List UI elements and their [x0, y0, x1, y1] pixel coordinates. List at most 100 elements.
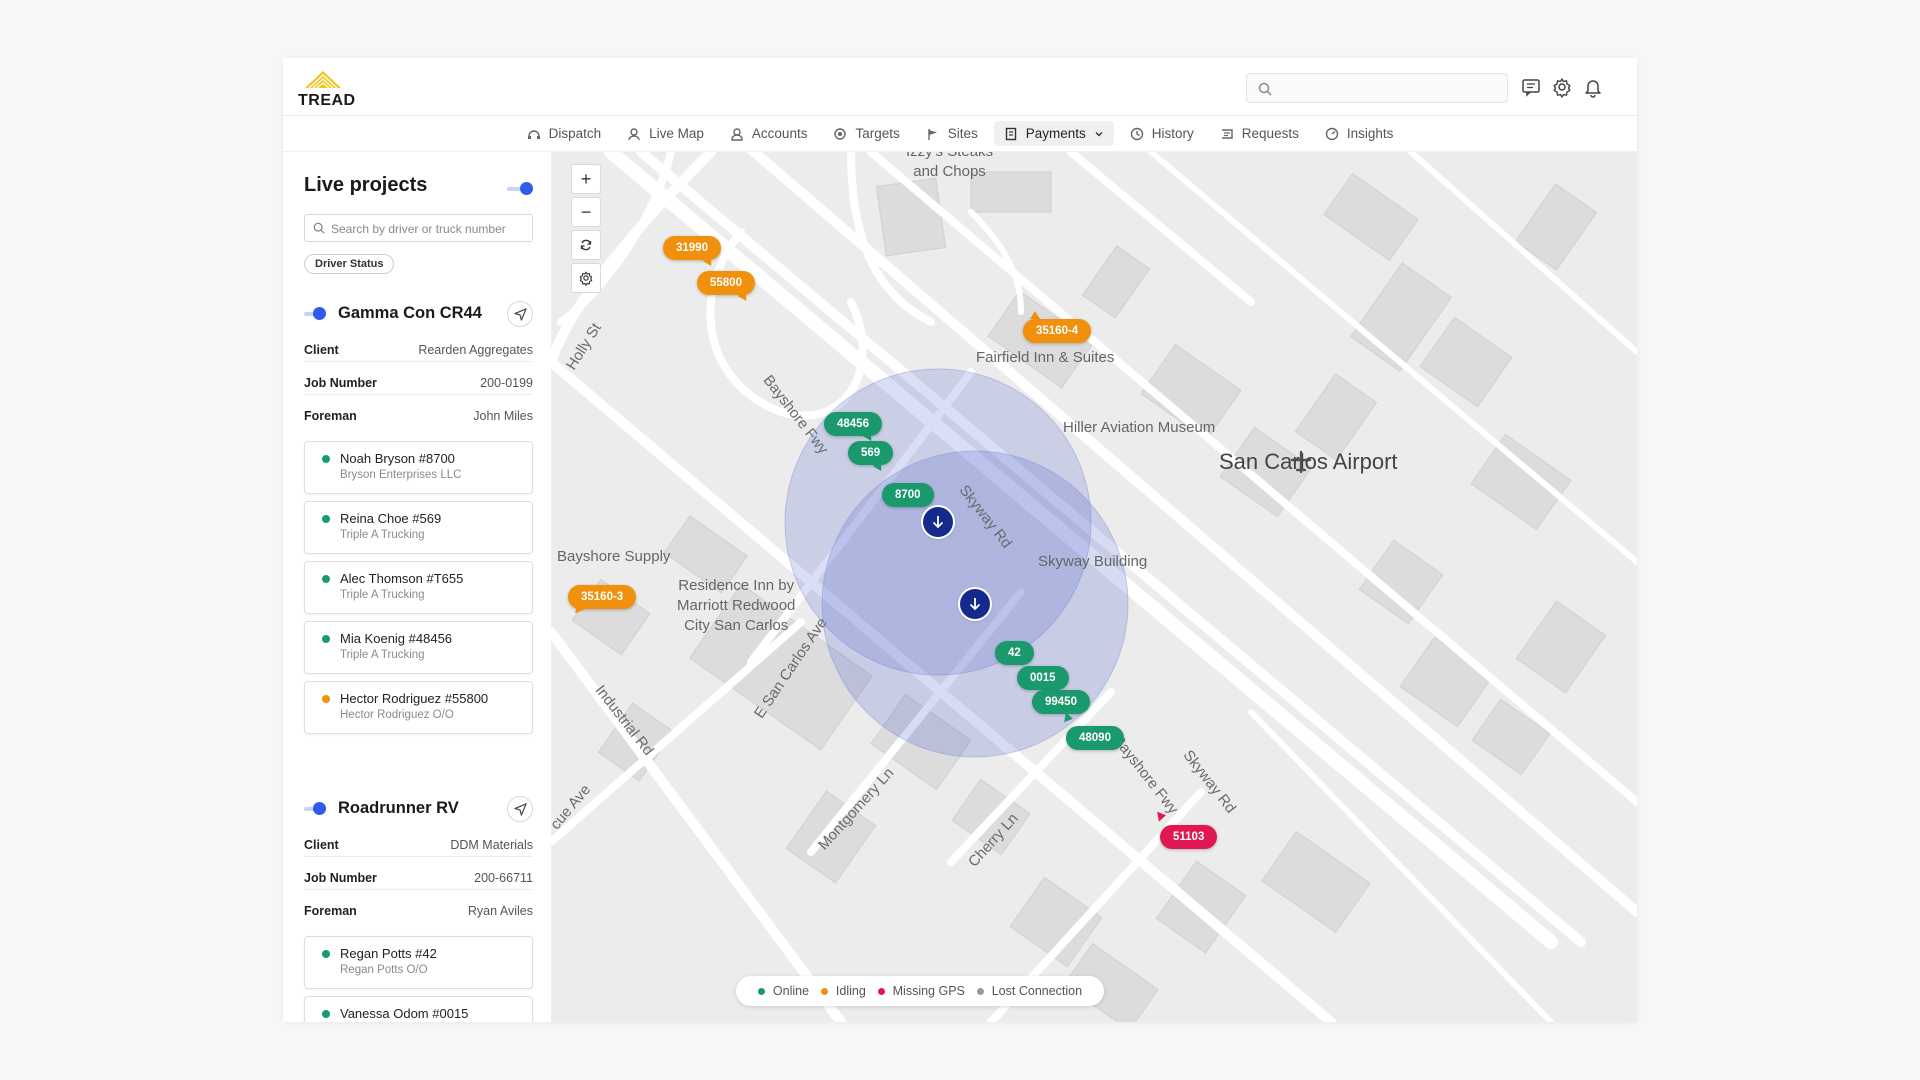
heading-arrow: [1157, 810, 1167, 822]
driver-card[interactable]: Regan Potts #42 Regan Potts O/O: [304, 936, 533, 989]
gear-icon: [579, 271, 593, 286]
legend-label: Lost Connection: [991, 984, 1083, 998]
clock-icon: [1130, 127, 1143, 140]
project-toggle[interactable]: [304, 802, 330, 816]
sidebar-title: Live projects: [304, 174, 428, 196]
status-dot: [322, 635, 330, 643]
zoom-in-button[interactable]: +: [571, 164, 601, 194]
map-settings-button[interactable]: [571, 263, 601, 293]
nav-label: Live Map: [649, 126, 704, 141]
field-key: Client: [304, 343, 339, 357]
nav-live-map[interactable]: Live Map: [617, 121, 714, 146]
field-row: Foreman John Miles: [304, 395, 533, 428]
status-dot: [322, 455, 330, 463]
place-label: Fairfield Inn & Suites: [976, 349, 1115, 366]
receipt-icon: [1005, 127, 1016, 140]
target-icon: [834, 127, 847, 140]
driver-name: Vanessa Odom #0015: [340, 1006, 469, 1021]
status-dot: [322, 950, 330, 958]
refresh-button[interactable]: [571, 230, 601, 260]
place-label: Residence Inn by Marriott Redwood City S…: [677, 577, 796, 634]
nav-payments[interactable]: Payments: [993, 121, 1114, 146]
live-projects-toggle[interactable]: [507, 182, 533, 196]
legend-dot: [877, 987, 885, 995]
nav-label: Targets: [855, 126, 900, 141]
nav-targets[interactable]: Targets: [823, 121, 909, 146]
project-name: Gamma Con CR44: [338, 304, 482, 322]
legend-missing-gps: Missing GPS: [877, 984, 965, 998]
chevron-down-icon: [1095, 131, 1103, 136]
gauge-icon: [1325, 127, 1339, 140]
vehicle-marker[interactable]: 0015: [1017, 666, 1069, 690]
heading-arrow: [1030, 311, 1040, 319]
legend-label: Idling: [835, 984, 866, 998]
driver-name: Reina Choe #569: [340, 511, 442, 526]
vehicle-marker[interactable]: 35160-4: [1023, 319, 1092, 343]
legend-dot: [976, 987, 984, 995]
nav-requests[interactable]: Requests: [1210, 121, 1309, 146]
field-value: DDM Materials: [450, 838, 533, 852]
send-button[interactable]: [507, 796, 533, 822]
driver-name: Alec Thomson #T655: [340, 571, 464, 586]
arrow-down-icon: [969, 598, 981, 611]
nav-label: Requests: [1241, 126, 1299, 141]
gear-icon[interactable]: [1551, 76, 1573, 98]
driver-name: Hector Rodriguez #55800: [340, 691, 489, 706]
project-toggle[interactable]: [304, 307, 330, 321]
search-icon: [313, 222, 325, 234]
map-controls: + −: [571, 164, 601, 296]
nav-label: Accounts: [751, 126, 808, 141]
send-button[interactable]: [507, 301, 533, 327]
live-map[interactable]: + − Izzy's Steaks and Chops Fairfield In…: [551, 152, 1637, 1022]
nav-label: Payments: [1025, 126, 1086, 141]
driver-card[interactable]: Mia Koenig #48456 Triple A Trucking: [304, 621, 533, 674]
place-label: Izzy's Steaks and Chops: [906, 152, 993, 180]
nav-insights[interactable]: Insights: [1315, 121, 1404, 146]
heading-arrow: [1064, 712, 1074, 724]
send-icon: [513, 307, 527, 321]
bell-icon[interactable]: [1582, 76, 1604, 98]
site-pin[interactable]: [960, 589, 990, 619]
vehicle-marker[interactable]: 42: [995, 641, 1034, 665]
nav-sites[interactable]: Sites: [916, 121, 988, 146]
driver-status-filter-chip[interactable]: Driver Status: [304, 254, 395, 274]
driver-card[interactable]: Vanessa Odom #0015: [304, 996, 533, 1022]
vehicle-marker[interactable]: 51103: [1160, 825, 1218, 849]
driver-company: Bryson Enterprises LLC: [340, 469, 462, 481]
nav-accounts[interactable]: Accounts: [720, 121, 818, 146]
legend-dot: [757, 987, 765, 995]
field-row: Foreman Ryan Aviles: [304, 890, 533, 923]
dispatch-icon: [527, 129, 540, 139]
driver-card[interactable]: Alec Thomson #T655 Triple A Trucking: [304, 561, 533, 614]
vehicle-marker[interactable]: 569: [848, 441, 894, 465]
driver-card[interactable]: Reina Choe #569 Triple A Trucking: [304, 501, 533, 554]
nav-dispatch[interactable]: Dispatch: [517, 121, 612, 146]
vehicle-marker[interactable]: 8700: [882, 483, 934, 507]
vehicle-marker[interactable]: 48090: [1066, 726, 1124, 750]
driver-card[interactable]: Noah Bryson #8700 Bryson Enterprises LLC: [304, 441, 533, 494]
global-search-input[interactable]: [1246, 73, 1508, 103]
place-label: Hiller Aviation Museum: [1063, 419, 1216, 436]
nav-label: Insights: [1346, 126, 1394, 141]
project-card: Roadrunner RV Client DDM Materials Job Nu…: [304, 794, 533, 1022]
field-value: Rearden Aggregates: [418, 343, 533, 357]
driver-company: Regan Potts O/O: [340, 964, 428, 976]
field-value: 200-0199: [480, 376, 533, 390]
messages-icon[interactable]: [1520, 76, 1542, 98]
zoom-out-button[interactable]: −: [571, 197, 601, 227]
logo-text: TREAD: [298, 92, 356, 109]
field-value: 200-66711: [474, 871, 533, 885]
header: TREAD: [283, 58, 1637, 116]
driver-search-input[interactable]: Search by driver or truck number: [304, 214, 533, 242]
vehicle-marker[interactable]: 99450: [1032, 690, 1090, 714]
driver-card[interactable]: Hector Rodriguez #55800 Hector Rodriguez …: [304, 681, 533, 734]
site-pin[interactable]: [923, 507, 953, 537]
live-projects-sidebar: Live projects Search by driver or truck …: [283, 152, 551, 1022]
driver-name: Noah Bryson #8700: [340, 451, 455, 466]
status-dot: [322, 515, 330, 523]
legend-label: Online: [772, 984, 810, 998]
nav-history[interactable]: History: [1120, 121, 1204, 146]
field-row: Client DDM Materials: [304, 824, 533, 857]
flag-icon: [928, 128, 937, 140]
field-key: Client: [304, 838, 339, 852]
